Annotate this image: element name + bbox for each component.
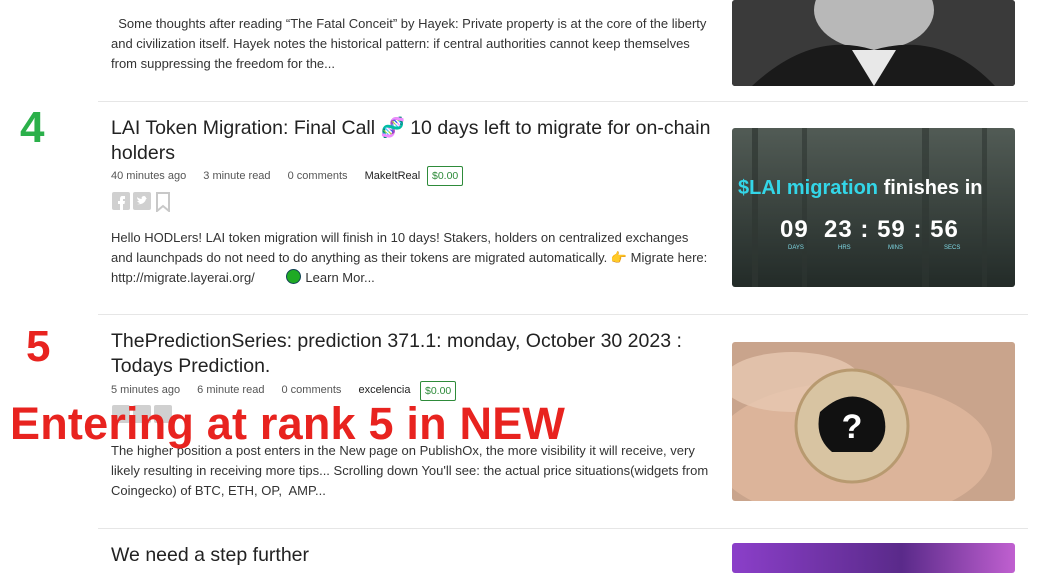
post-excerpt: The higher position a post enters in the… bbox=[111, 443, 709, 498]
migration-ticker: $LAI migration bbox=[738, 177, 879, 199]
lai-migration-image bbox=[732, 128, 1015, 287]
green-circle-emoji bbox=[286, 269, 302, 284]
countdown-secs: 56 bbox=[930, 216, 959, 243]
twitter-icon[interactable] bbox=[133, 192, 151, 210]
bookmark-icon[interactable] bbox=[154, 192, 172, 214]
post-separator bbox=[98, 528, 1028, 529]
coin-question-symbol: ? bbox=[842, 408, 863, 446]
post-title[interactable]: ThePredictionSeries: prediction 371.1: m… bbox=[111, 329, 711, 379]
post-read-time: 3 minute read bbox=[203, 170, 271, 182]
post-excerpt: Hello HODLers! LAI token migration will … bbox=[111, 228, 711, 288]
post-title[interactable]: LAI Token Migration: Final Call 🧬 10 day… bbox=[111, 116, 711, 166]
learn-more-link[interactable]: Learn Mor... bbox=[305, 270, 374, 285]
post-comments[interactable]: 0 comments bbox=[288, 170, 348, 182]
post-separator bbox=[98, 101, 1028, 102]
countdown: 09 23 : 59 : 56 bbox=[780, 216, 959, 243]
facebook-icon[interactable] bbox=[112, 192, 130, 210]
post-excerpt: Some thoughts after reading “The Fatal C… bbox=[111, 16, 707, 71]
rank-annotation: Entering at rank 5 in NEW bbox=[10, 398, 566, 449]
countdown-mins: 59 bbox=[877, 216, 906, 243]
post-thumbnail[interactable]: $LAI migration finishes in 09 23 : 59 : … bbox=[732, 128, 1015, 287]
prediction-coin-image: ? bbox=[732, 342, 1015, 501]
migration-suffix: finishes in bbox=[883, 177, 983, 199]
post-excerpt-text: Hello HODLers! LAI token migration will … bbox=[111, 230, 708, 285]
countdown-secs-label: SECS bbox=[944, 245, 961, 251]
post-time: 40 minutes ago bbox=[111, 170, 187, 182]
post-meta: 40 minutes ago 3 minute read 0 comments … bbox=[111, 170, 434, 182]
rank-number: 4 bbox=[20, 103, 45, 152]
rank-number: 5 bbox=[26, 322, 51, 371]
countdown-mins-label: MINS bbox=[888, 245, 903, 251]
hayek-portrait-image bbox=[732, 0, 1015, 86]
post-meta: 5 minutes ago 6 minute read 0 comments e… bbox=[111, 384, 424, 396]
post-title[interactable]: We need a step further bbox=[111, 543, 711, 568]
post-separator bbox=[98, 314, 1028, 315]
share-bar bbox=[112, 192, 172, 214]
countdown-days: 09 bbox=[780, 216, 809, 243]
post-thumbnail[interactable] bbox=[732, 543, 1015, 573]
migration-headline: $LAI migration finishes in bbox=[738, 177, 982, 200]
countdown-hrs: 23 bbox=[824, 216, 853, 243]
countdown-days-label: DAYS bbox=[788, 245, 804, 251]
post-comments[interactable]: 0 comments bbox=[282, 384, 342, 396]
post-thumbnail[interactable]: ? bbox=[732, 342, 1015, 501]
post-author[interactable]: excelencia bbox=[358, 384, 410, 396]
post-read-time: 6 minute read bbox=[197, 384, 265, 396]
post-author[interactable]: MakeItReal bbox=[365, 170, 421, 182]
post-time: 5 minutes ago bbox=[111, 384, 181, 396]
post-thumbnail[interactable] bbox=[732, 0, 1015, 86]
tips-badge: $0.00 bbox=[427, 166, 464, 186]
countdown-hrs-label: HRS bbox=[838, 245, 851, 251]
